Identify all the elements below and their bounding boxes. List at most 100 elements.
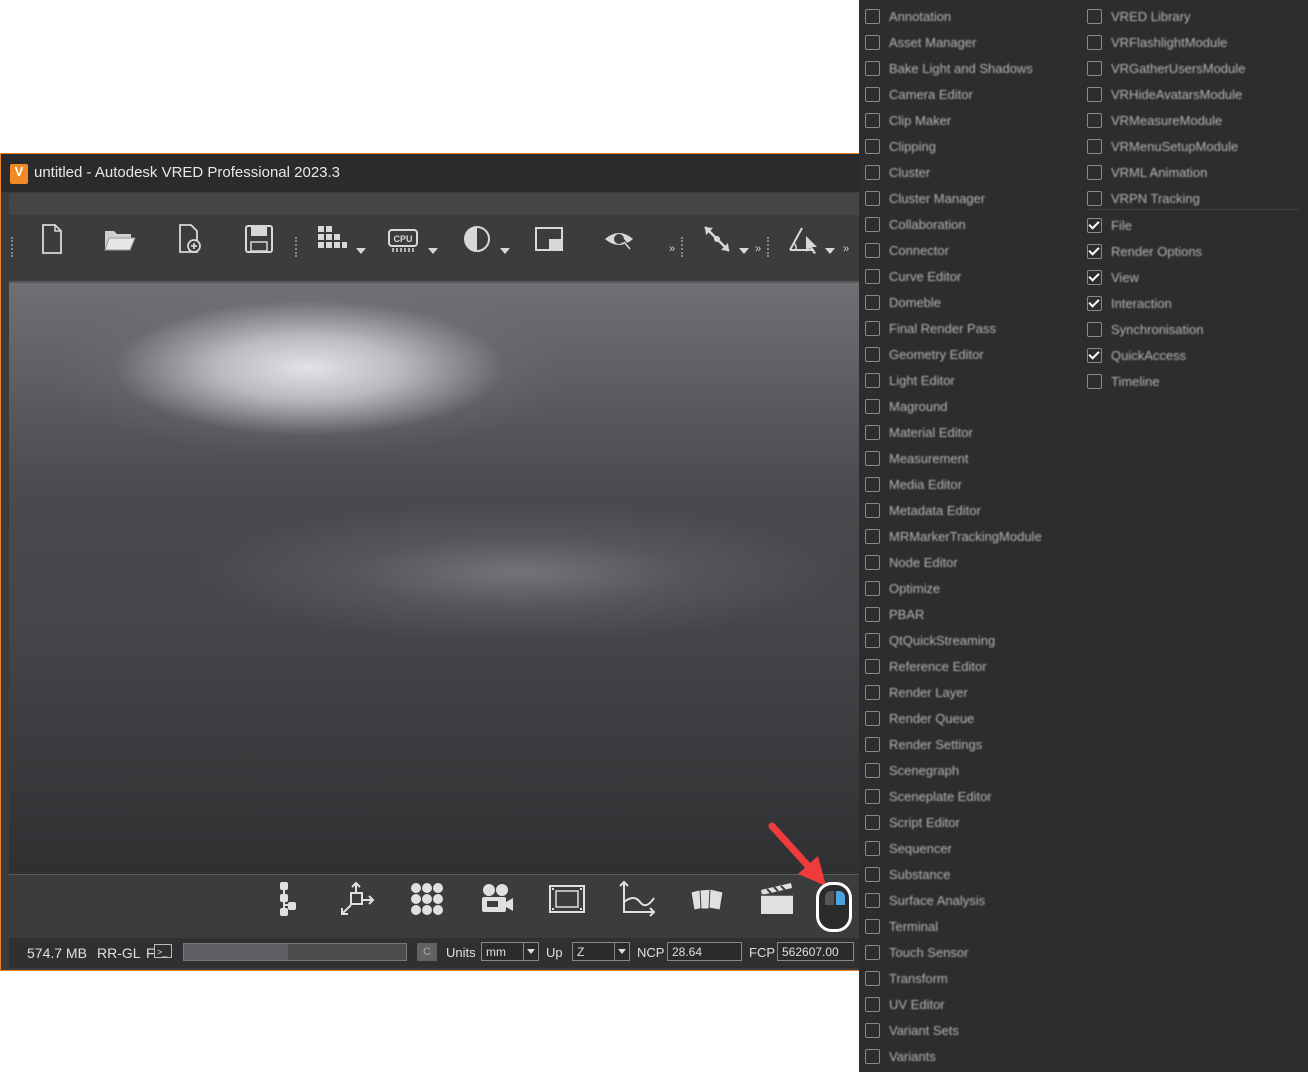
checkbox-icon[interactable] <box>865 34 880 50</box>
checkbox-icon[interactable] <box>865 216 880 232</box>
menu-item[interactable]: QuickAccess <box>1087 344 1186 366</box>
checkbox-icon[interactable] <box>865 892 880 908</box>
checkbox-icon[interactable] <box>865 164 880 180</box>
checkbox-icon[interactable] <box>865 632 880 648</box>
checkbox-icon[interactable] <box>1087 164 1102 180</box>
checkbox-checked-icon[interactable] <box>1087 347 1102 363</box>
fcp-field[interactable]: 562607.00 <box>777 942 854 961</box>
open-folder-icon[interactable] <box>99 219 139 259</box>
menu-item[interactable]: View <box>1087 266 1139 288</box>
menu-item[interactable]: Timeline <box>1087 370 1160 392</box>
menu-item[interactable]: Substance <box>865 863 950 885</box>
menu-item[interactable]: Media Editor <box>865 473 962 495</box>
checkbox-icon[interactable] <box>865 424 880 440</box>
menu-item[interactable]: Sequencer <box>865 837 952 859</box>
menu-item[interactable]: VRMeasureModule <box>1087 109 1222 131</box>
scenegraph-icon[interactable] <box>265 879 309 919</box>
menu-item[interactable]: Asset Manager <box>865 31 976 53</box>
menu-item[interactable]: Transform <box>865 967 948 989</box>
menu-item[interactable]: Clipping <box>865 135 936 157</box>
menu-item[interactable]: Annotation <box>865 5 951 27</box>
menu-item[interactable]: Node Editor <box>865 551 958 573</box>
checkbox-icon[interactable] <box>865 294 880 310</box>
checkbox-icon[interactable] <box>865 658 880 674</box>
menu-item[interactable]: Surface Analysis <box>865 889 985 911</box>
menu-item[interactable]: VRGatherUsersModule <box>1087 57 1245 79</box>
menu-item[interactable]: Final Render Pass <box>865 317 996 339</box>
c-button[interactable]: C <box>417 943 437 961</box>
menu-item[interactable]: Curve Editor <box>865 265 961 287</box>
chevron-down-icon[interactable] <box>500 248 510 254</box>
add-file-icon[interactable] <box>169 219 209 259</box>
menu-item[interactable]: VRMenuSetupModule <box>1087 135 1238 157</box>
toolbar-grip[interactable] <box>681 237 686 257</box>
menu-item[interactable]: VRHideAvatarsModule <box>1087 83 1242 105</box>
menu-item[interactable]: Synchronisation <box>1087 318 1204 340</box>
checkbox-icon[interactable] <box>1087 34 1102 50</box>
render-film-icon[interactable] <box>545 879 589 919</box>
menu-item[interactable]: VRED Library <box>1087 5 1190 27</box>
menu-item[interactable]: Render Layer <box>865 681 968 703</box>
checkbox-icon[interactable] <box>1087 190 1102 206</box>
checkbox-icon[interactable] <box>1087 60 1102 76</box>
menu-item[interactable]: VRML Animation <box>1087 161 1207 183</box>
chevron-down-icon[interactable] <box>523 943 538 960</box>
cpu-icon[interactable]: CPU <box>383 219 423 259</box>
checkbox-checked-icon[interactable] <box>1087 243 1102 259</box>
checkbox-icon[interactable] <box>865 476 880 492</box>
checkbox-icon[interactable] <box>865 840 880 856</box>
checkbox-icon[interactable] <box>1087 321 1102 337</box>
toolbar-grip[interactable] <box>11 237 16 257</box>
render-grid-icon[interactable] <box>311 219 351 259</box>
save-icon[interactable] <box>239 219 279 259</box>
checkbox-icon[interactable] <box>1087 86 1102 102</box>
checkbox-icon[interactable] <box>865 606 880 622</box>
checkbox-icon[interactable] <box>1087 138 1102 154</box>
checkbox-icon[interactable] <box>865 112 880 128</box>
checkbox-icon[interactable] <box>865 970 880 986</box>
checkbox-icon[interactable] <box>865 528 880 544</box>
menu-item[interactable]: Clip Maker <box>865 109 951 131</box>
checkbox-icon[interactable] <box>1087 373 1102 389</box>
checkbox-icon[interactable] <box>865 138 880 154</box>
checkbox-icon[interactable] <box>865 450 880 466</box>
checkbox-icon[interactable] <box>865 762 880 778</box>
checkbox-icon[interactable] <box>865 86 880 102</box>
render-viewport[interactable] <box>9 281 859 875</box>
contrast-icon[interactable] <box>457 219 497 259</box>
checkbox-icon[interactable] <box>1087 8 1102 24</box>
checkbox-icon[interactable] <box>865 320 880 336</box>
toolbar-overflow-icon[interactable]: » <box>755 243 761 255</box>
window-split-icon[interactable] <box>529 219 569 259</box>
menu-item[interactable]: Connector <box>865 239 949 261</box>
menu-item[interactable]: VRPN Tracking <box>1087 187 1200 209</box>
menu-item[interactable]: Cluster Manager <box>865 187 985 209</box>
checkbox-icon[interactable] <box>865 372 880 388</box>
chevron-down-icon[interactable] <box>739 248 749 254</box>
toolbar-overflow-icon[interactable]: » <box>843 243 849 255</box>
menu-item[interactable]: MRMarkerTrackingModule <box>865 525 1042 547</box>
cards-icon[interactable] <box>685 879 729 919</box>
checkbox-icon[interactable] <box>865 710 880 726</box>
checkbox-icon[interactable] <box>865 346 880 362</box>
menu-item[interactable]: Domeble <box>865 291 941 313</box>
checkbox-icon[interactable] <box>1087 112 1102 128</box>
transform-arrows-icon[interactable] <box>697 219 737 259</box>
checkbox-icon[interactable] <box>865 944 880 960</box>
checkbox-icon[interactable] <box>865 190 880 206</box>
menu-item[interactable]: Render Options <box>1087 240 1202 262</box>
menu-item[interactable]: Maground <box>865 395 948 417</box>
chevron-down-icon[interactable] <box>428 248 438 254</box>
angle-measure-icon[interactable] <box>783 219 823 259</box>
checkbox-icon[interactable] <box>865 580 880 596</box>
menu-item[interactable]: Metadata Editor <box>865 499 981 521</box>
checkbox-icon[interactable] <box>865 788 880 804</box>
menu-item[interactable]: Render Queue <box>865 707 974 729</box>
chevron-down-icon[interactable] <box>614 943 629 960</box>
checkbox-icon[interactable] <box>865 268 880 284</box>
ncp-field[interactable]: 28.64 <box>667 942 742 961</box>
mouse-navigation-button[interactable] <box>816 882 852 932</box>
checkbox-icon[interactable] <box>865 60 880 76</box>
menu-item[interactable]: Camera Editor <box>865 83 973 105</box>
checkbox-icon[interactable] <box>865 8 880 24</box>
